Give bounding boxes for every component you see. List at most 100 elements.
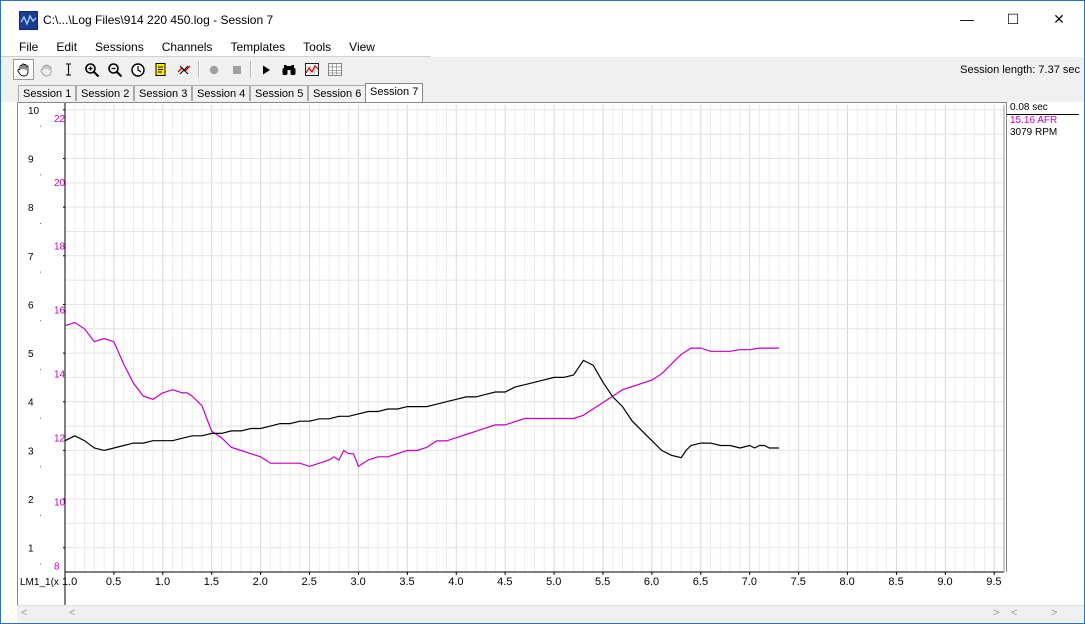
x-tick-label: 6.0 bbox=[644, 576, 659, 588]
x-tick-label: 7.0 bbox=[742, 576, 757, 588]
x-tick-label: 3.0 bbox=[350, 576, 365, 588]
stop-icon bbox=[232, 65, 241, 74]
y-afr-tick-label: 22 bbox=[54, 114, 66, 125]
scroll-right-page-icon[interactable]: > bbox=[993, 607, 999, 619]
x-tick-label: 8.5 bbox=[888, 576, 903, 588]
tab-session-7[interactable]: Session 7 bbox=[365, 83, 424, 102]
plot-area[interactable]: 10 9 8 7 6 5 4 3 2 1 22 20 18 16 14 12 10 8 1.0 0.5 1.0 1.5 2.… bbox=[17, 102, 1084, 606]
tab-session-1[interactable]: Session 1 bbox=[18, 85, 77, 101]
x-tick-label: 1.5 bbox=[204, 576, 219, 588]
minimize-button[interactable]: — bbox=[944, 1, 990, 37]
y-afr-tick-label: 12 bbox=[54, 434, 66, 445]
x-tick-label: 5.0 bbox=[546, 576, 561, 588]
menu-channels[interactable]: Channels bbox=[151, 40, 220, 54]
y-afr-tick-label: 8 bbox=[54, 562, 60, 573]
hand-tool-button[interactable] bbox=[13, 59, 34, 80]
x-tick-label: 2.0 bbox=[253, 576, 268, 588]
window-title: C:\...\Log Files\914 220 450.log - Sessi… bbox=[43, 13, 274, 27]
zoom-in-icon bbox=[84, 62, 99, 77]
tab-session-5[interactable]: Session 5 bbox=[250, 85, 309, 101]
readout-afr: 15.16 AFR bbox=[1010, 115, 1058, 126]
x-tick-label: 1.0 bbox=[62, 576, 77, 588]
y-afr-tick-label: 10 bbox=[54, 498, 66, 509]
y-left-tick-label: 9 bbox=[28, 155, 34, 166]
tab-session-2[interactable]: Session 2 bbox=[76, 85, 135, 101]
x-tick-label: 1.0 bbox=[155, 576, 170, 588]
chart-view-button[interactable] bbox=[301, 59, 322, 80]
grid-icon bbox=[327, 63, 342, 76]
record-icon bbox=[209, 65, 218, 74]
x-tick-label: 5.5 bbox=[595, 576, 610, 588]
title-bar[interactable]: C:\...\Log Files\914 220 450.log - Sessi… bbox=[1, 1, 1084, 37]
close-button[interactable]: ✕ bbox=[1036, 1, 1082, 37]
clear-icon bbox=[177, 65, 190, 75]
maximize-button[interactable]: ☐ bbox=[990, 1, 1036, 37]
menu-tools[interactable]: Tools bbox=[292, 40, 338, 54]
y-left-tick-label: 6 bbox=[28, 300, 34, 311]
scroll-left-page-icon[interactable]: < bbox=[69, 607, 75, 619]
hand-tool-icon bbox=[17, 63, 29, 77]
x-tick-label: 9.5 bbox=[986, 576, 1001, 588]
y-left-tick-label: 10 bbox=[28, 106, 40, 117]
notes-icon bbox=[155, 63, 166, 76]
scroll-left-icon[interactable]: < bbox=[21, 607, 27, 619]
zoom-out-button[interactable] bbox=[104, 59, 125, 80]
menu-edit[interactable]: Edit bbox=[45, 40, 84, 54]
minimize-icon: — bbox=[960, 11, 974, 27]
y-left-tick-label: 4 bbox=[28, 398, 34, 409]
x-tick-label: 6.5 bbox=[693, 576, 708, 588]
y-afr-tick-label: 16 bbox=[54, 306, 66, 317]
menu-view[interactable]: View bbox=[338, 40, 382, 54]
clear-button[interactable] bbox=[173, 59, 194, 80]
notes-button[interactable] bbox=[150, 59, 171, 80]
session-length-label: Session length: bbox=[960, 64, 1036, 76]
x-tick-label: 7.5 bbox=[791, 576, 806, 588]
app-logo-icon bbox=[19, 11, 38, 30]
find-button[interactable] bbox=[278, 59, 299, 80]
grab-tool-button[interactable] bbox=[36, 59, 57, 80]
maximize-icon: ☐ bbox=[1006, 10, 1020, 27]
y-left-tick-label: 2 bbox=[28, 495, 34, 506]
scroll-end-icon[interactable]: > bbox=[1051, 607, 1057, 619]
log-chart[interactable]: 109876543212220181614121081.0 0.5 1.0 1.5 2.… bbox=[18, 103, 1007, 605]
y-left-tick-label: 5 bbox=[28, 349, 34, 360]
y-left-tick-label: 1 bbox=[28, 544, 34, 555]
y-afr-tick-label: 14 bbox=[54, 370, 66, 381]
menu-templates[interactable]: Templates bbox=[219, 40, 292, 54]
x-tick-label: 4.5 bbox=[497, 576, 512, 588]
y-left-tick-label: 8 bbox=[28, 203, 34, 214]
y-left-tick-label: 3 bbox=[28, 446, 34, 457]
tab-session-3[interactable]: Session 3 bbox=[134, 85, 193, 101]
play-icon bbox=[262, 65, 270, 74]
x-axis-label: LM1_1(x bbox=[20, 577, 59, 588]
x-tick-label: 8.0 bbox=[840, 576, 855, 588]
cursor-tool-button[interactable] bbox=[58, 59, 79, 80]
zoom-in-button[interactable] bbox=[81, 59, 102, 80]
horizontal-scrollbar[interactable]: < < > < > bbox=[17, 605, 1084, 622]
session-length: Session length: 7.37 sec bbox=[960, 64, 1080, 76]
toolbar-separator bbox=[198, 61, 200, 78]
menu-sessions[interactable]: Sessions bbox=[84, 40, 151, 54]
x-tick-label: 4.0 bbox=[448, 576, 463, 588]
y-left-tick-label: 7 bbox=[28, 252, 34, 263]
zoom-reset-button[interactable] bbox=[127, 59, 148, 80]
menu-file[interactable]: File bbox=[1, 40, 45, 54]
zoom-out-icon bbox=[107, 62, 122, 77]
cursor-readout-panel: 0.08 sec 15.16 AFR 3079 RPM bbox=[1006, 102, 1084, 572]
tab-session-6[interactable]: Session 6 bbox=[308, 85, 367, 101]
play-button[interactable] bbox=[255, 59, 276, 80]
stop-button[interactable] bbox=[226, 59, 247, 80]
zoom-reset-icon bbox=[130, 62, 145, 77]
x-tick-label: 9.0 bbox=[937, 576, 952, 588]
toolbar bbox=[1, 57, 1084, 82]
close-icon: ✕ bbox=[1053, 10, 1065, 27]
scroll-right-icon[interactable]: < bbox=[1011, 607, 1017, 619]
tab-session-4[interactable]: Session 4 bbox=[192, 85, 251, 101]
binoculars-icon bbox=[282, 64, 295, 75]
table-view-button[interactable] bbox=[324, 59, 345, 80]
record-button[interactable] bbox=[203, 59, 224, 80]
chart-icon bbox=[304, 63, 319, 76]
x-tick-label: 0.5 bbox=[106, 576, 121, 588]
hand-grab-icon bbox=[40, 64, 52, 77]
readout-rpm: 3079 RPM bbox=[1010, 127, 1058, 138]
